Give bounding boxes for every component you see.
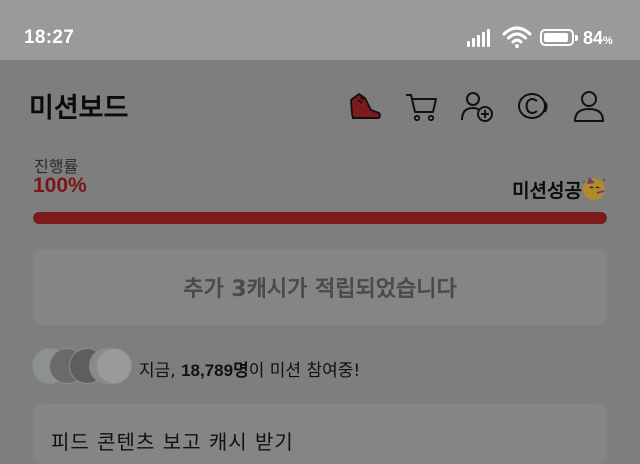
profile-icon[interactable] bbox=[571, 88, 607, 124]
progress-bar-fill bbox=[33, 212, 607, 224]
status-bar: 18:27 84% bbox=[0, 0, 640, 60]
participant-count: 18,789명 bbox=[181, 361, 249, 380]
party-face-icon bbox=[580, 174, 608, 202]
cart-icon[interactable] bbox=[403, 88, 439, 124]
progress-bar bbox=[33, 212, 607, 224]
page-title: 미션보드 bbox=[29, 93, 129, 124]
mission-success-text: 미션성공 bbox=[512, 180, 582, 202]
feed-content-card[interactable]: 피드 콘텐츠 보고 캐시 받기 bbox=[33, 404, 607, 464]
feed-card-title: 피드 콘텐츠 보고 캐시 받기 bbox=[51, 430, 294, 454]
signal-icon bbox=[467, 29, 495, 47]
cash-reward-banner[interactable]: 추가 3캐시가 적립되었습니다 bbox=[33, 249, 607, 325]
progress-value: 100% bbox=[33, 174, 87, 197]
add-friend-icon[interactable] bbox=[459, 88, 495, 124]
participants-text: 지금, 18,789명이 미션 참여중! bbox=[139, 361, 361, 381]
participant-avatars bbox=[32, 348, 132, 386]
wifi-icon bbox=[502, 25, 532, 49]
avatar bbox=[96, 348, 132, 384]
battery-icon bbox=[540, 29, 578, 46]
sneaker-icon[interactable] bbox=[347, 88, 383, 124]
status-time: 18:27 bbox=[24, 27, 75, 48]
battery-level: 84% bbox=[583, 28, 613, 48]
coin-icon[interactable] bbox=[515, 88, 551, 124]
